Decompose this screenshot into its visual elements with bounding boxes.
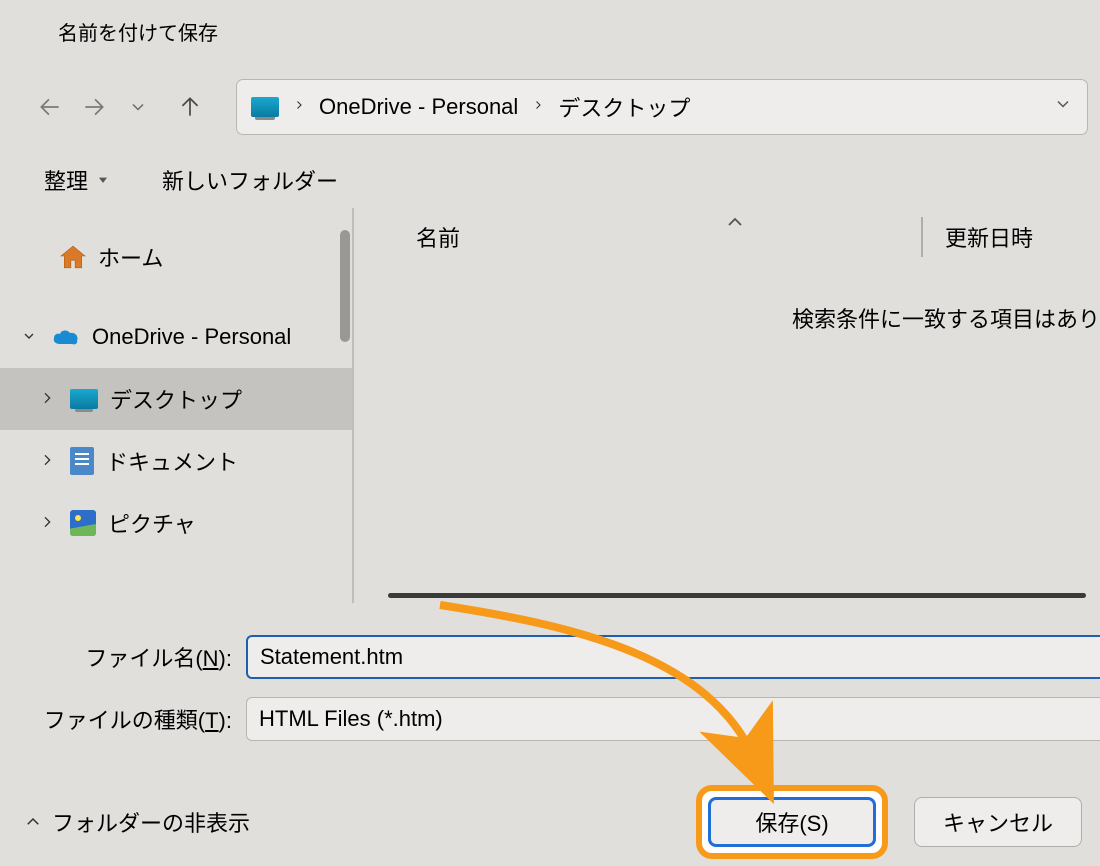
breadcrumb-separator-icon [526, 97, 550, 118]
navigation-row: OneDrive - Personal デスクトップ [0, 62, 1100, 152]
desktop-icon [70, 389, 98, 409]
chevron-down-icon [1053, 94, 1073, 114]
column-header-row: 名前 更新日時 [354, 208, 1100, 266]
breadcrumb-item-onedrive[interactable]: OneDrive - Personal [319, 94, 518, 120]
toolbar: 整理 新しいフォルダー [0, 152, 1100, 208]
sidebar-item-onedrive[interactable]: OneDrive - Personal [0, 306, 352, 368]
sidebar-item-desktop[interactable]: デスクトップ [0, 368, 352, 430]
chevron-up-icon [24, 813, 42, 831]
chevron-right-icon[interactable] [36, 510, 58, 536]
organize-label: 整理 [44, 164, 88, 196]
sidebar: ホーム OneDrive - Personal デスクトップ ドキュメント [0, 208, 352, 603]
document-icon [70, 447, 94, 475]
arrow-up-icon [177, 94, 203, 120]
chevron-down-icon[interactable] [18, 324, 40, 350]
breadcrumb-item-desktop[interactable]: デスクトップ [558, 91, 690, 123]
column-header-name[interactable]: 名前 [416, 221, 921, 253]
save-button-highlight: 保存(S) [696, 785, 888, 859]
filetype-select[interactable]: HTML Files (*.htm) [246, 697, 1100, 741]
sidebar-item-label: OneDrive - Personal [92, 324, 291, 350]
sidebar-item-documents[interactable]: ドキュメント [0, 430, 352, 492]
forward-button[interactable] [72, 85, 116, 129]
arrow-left-icon [37, 94, 63, 120]
cancel-button[interactable]: キャンセル [914, 797, 1082, 847]
chevron-right-icon[interactable] [36, 386, 58, 412]
column-header-date[interactable]: 更新日時 [945, 221, 1100, 253]
new-folder-label: 新しいフォルダー [162, 164, 338, 196]
sort-indicator-icon [727, 208, 743, 234]
horizontal-scrollbar[interactable] [374, 587, 1100, 603]
column-resizer[interactable] [921, 217, 923, 257]
arrow-right-icon [81, 94, 107, 120]
hide-folders-button[interactable]: フォルダーの非表示 [24, 806, 250, 838]
organize-button[interactable]: 整理 [34, 158, 120, 202]
caret-down-icon [96, 167, 110, 193]
chevron-down-icon [128, 97, 148, 117]
new-folder-button[interactable]: 新しいフォルダー [152, 158, 348, 202]
sidebar-item-label: ホーム [98, 241, 163, 273]
empty-list-message: 検索条件に一致する項目はあり [354, 266, 1100, 334]
home-icon [60, 245, 86, 269]
dialog-title: 名前を付けて保存 [0, 0, 1100, 62]
recent-locations-button[interactable] [116, 85, 160, 129]
back-button[interactable] [28, 85, 72, 129]
save-button[interactable]: 保存(S) [708, 797, 876, 847]
sidebar-item-label: ピクチャ [108, 507, 196, 539]
up-button[interactable] [168, 85, 212, 129]
nav-buttons-group [28, 85, 212, 129]
breadcrumb-separator-icon [287, 97, 311, 118]
file-list-area: 名前 更新日時 検索条件に一致する項目はあり [354, 208, 1100, 603]
location-icon [251, 97, 279, 117]
filename-label: ファイル名(N): [0, 641, 246, 673]
sidebar-item-pictures[interactable]: ピクチャ [0, 492, 352, 554]
save-form: ファイル名(N): Statement.htm ファイルの種類(T): HTML… [0, 603, 1100, 779]
address-dropdown-button[interactable] [1053, 94, 1073, 120]
filename-input[interactable]: Statement.htm [246, 635, 1100, 679]
dialog-title-text: 名前を付けて保存 [58, 17, 218, 46]
cloud-icon [52, 327, 80, 347]
hide-folders-label: フォルダーの非表示 [52, 806, 250, 838]
picture-icon [70, 510, 96, 536]
filetype-label: ファイルの種類(T): [0, 703, 246, 735]
dialog-footer: フォルダーの非表示 保存(S) キャンセル [0, 779, 1100, 864]
sidebar-scrollbar[interactable] [340, 230, 350, 342]
sidebar-item-home[interactable]: ホーム [0, 226, 352, 288]
main-area: ホーム OneDrive - Personal デスクトップ ドキュメント [0, 208, 1100, 603]
address-bar[interactable]: OneDrive - Personal デスクトップ [236, 79, 1088, 135]
sidebar-item-label: デスクトップ [110, 383, 242, 415]
chevron-right-icon[interactable] [36, 448, 58, 474]
sidebar-item-label: ドキュメント [106, 445, 238, 477]
